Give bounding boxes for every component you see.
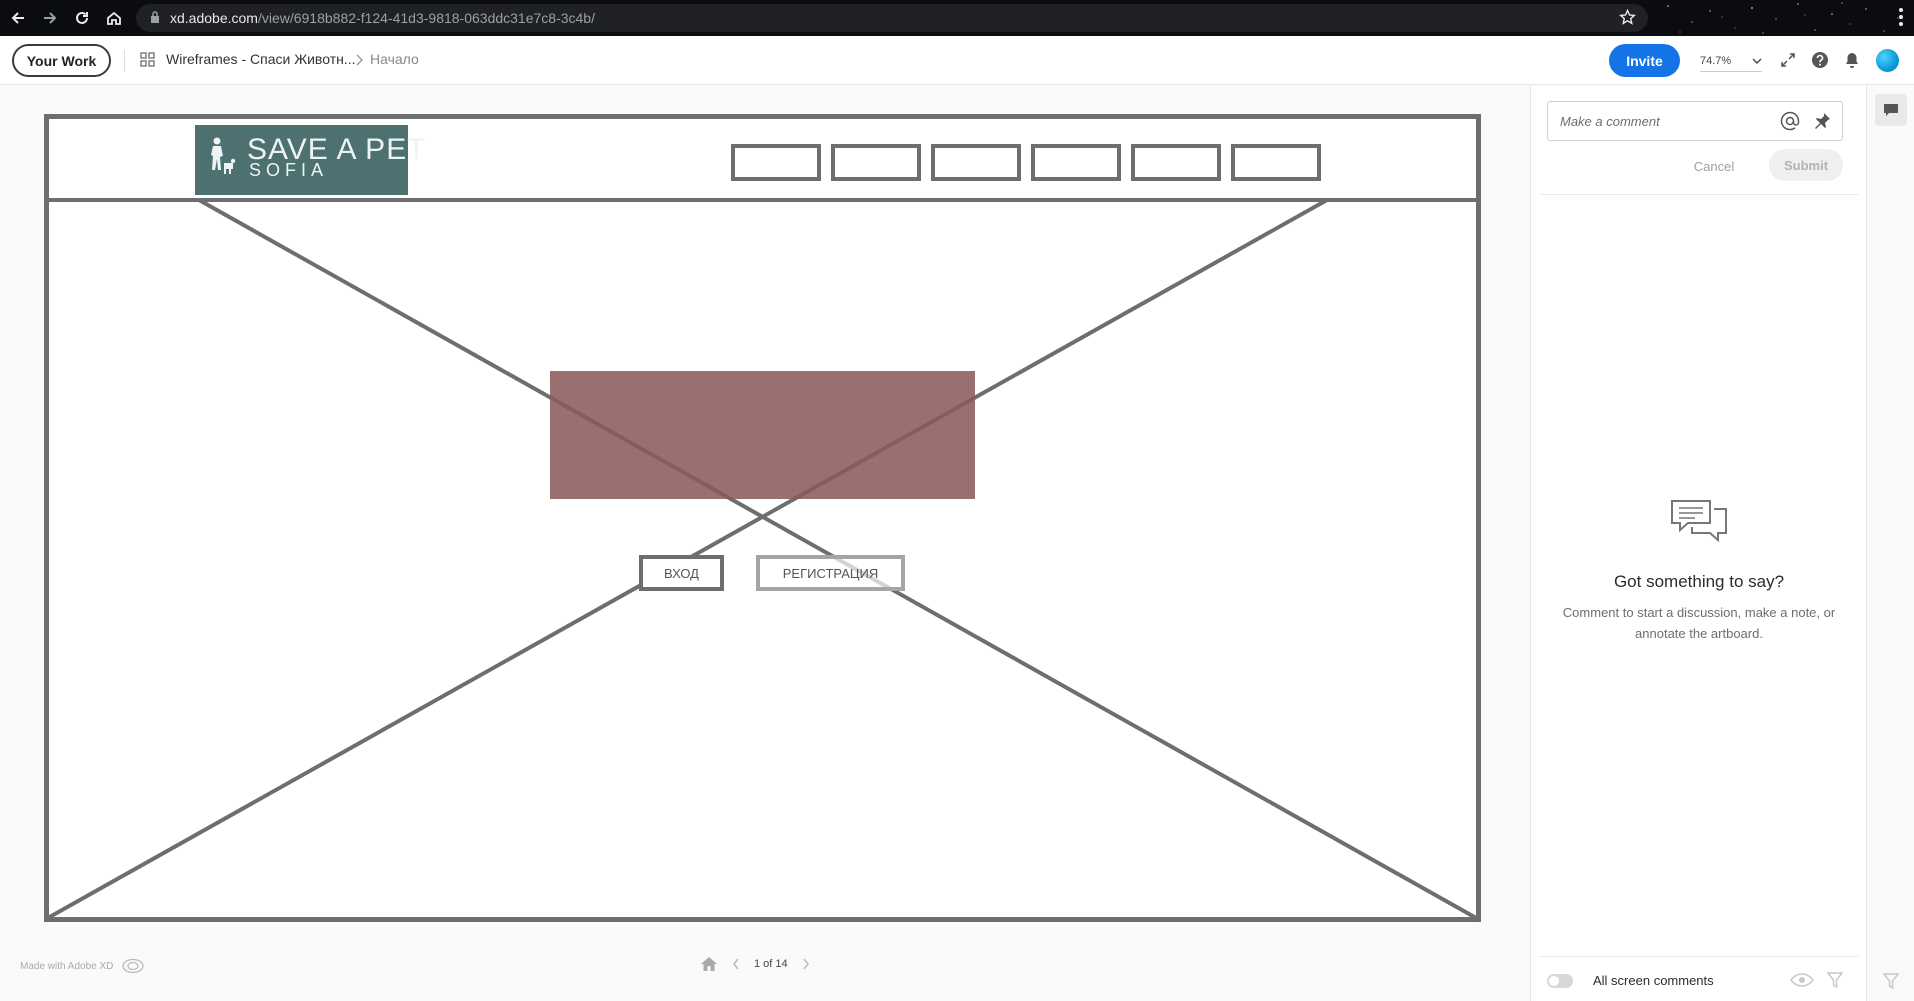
made-with-xd[interactable]: Made with Adobe XD (20, 958, 145, 974)
eye-icon[interactable] (1789, 971, 1815, 989)
chevron-down-icon (1752, 58, 1762, 64)
home-button[interactable] (101, 5, 127, 31)
fullscreen-icon (1781, 53, 1795, 67)
zoom-select[interactable]: 74.7% (1700, 50, 1762, 72)
notifications-button[interactable] (1842, 50, 1862, 70)
all-screen-comments-toggle[interactable] (1547, 974, 1573, 988)
artboard-pager: 1 of 14 (700, 956, 810, 972)
zoom-value: 74.7% (1700, 54, 1732, 67)
login-button[interactable]: ВХОД (639, 555, 724, 591)
at-icon[interactable] (1780, 111, 1800, 131)
filter-icon[interactable] (1883, 972, 1899, 990)
pager-label: 1 of 14 (754, 958, 788, 970)
chevron-right-icon (356, 54, 363, 66)
empty-state-text: Comment to start a discussion, make a no… (1562, 605, 1836, 641)
comment-placeholder: Make a comment (1560, 114, 1660, 129)
breadcrumb-current: Начало (370, 51, 419, 67)
empty-state-title: Got something to say? (1613, 572, 1785, 591)
register-button[interactable]: РЕГИСТРАЦИЯ (756, 555, 905, 591)
url-text: xd.adobe.com/view/6918b882-f124-41d3-981… (170, 10, 595, 26)
xd-header: Your Work Wireframes - Спаси Животн... Н… (0, 36, 1914, 85)
address-bar[interactable]: xd.adobe.com/view/6918b882-f124-41d3-981… (136, 4, 1648, 32)
comment-input[interactable]: Make a comment (1547, 101, 1843, 141)
avatar[interactable] (1876, 49, 1899, 72)
prev-icon[interactable] (732, 957, 740, 971)
pager-home-icon[interactable] (700, 956, 718, 972)
bell-icon (1846, 53, 1858, 68)
help-button[interactable] (1810, 50, 1830, 70)
made-with-label: Made with Adobe XD (20, 960, 114, 972)
document-title[interactable]: Wireframes - Спаси Животн... (166, 51, 356, 67)
header-divider (124, 50, 125, 72)
url-path: /view/6918b882-f124-41d3-9818-063ddc31e7… (257, 10, 595, 26)
pin-icon[interactable] (1812, 111, 1832, 131)
reload-button[interactable] (69, 5, 95, 31)
filter-icon[interactable] (1827, 971, 1843, 989)
all-screen-comments-label: All screen comments (1593, 973, 1714, 988)
logo-subtitle: SOFIA (249, 160, 329, 180)
bookmark-star-icon[interactable] (1619, 9, 1636, 26)
grid-icon[interactable] (140, 52, 155, 67)
forward-icon (44, 12, 57, 24)
invite-button[interactable]: Invite (1609, 44, 1680, 77)
save-a-pet-logo: SAVE A PET SOFIA (195, 125, 426, 195)
comments-toggle-button[interactable] (1875, 94, 1907, 126)
help-icon (1812, 52, 1828, 68)
back-icon (11, 12, 24, 24)
submit-button[interactable]: Submit (1769, 149, 1843, 181)
your-work-button[interactable]: Your Work (12, 44, 111, 77)
panel-divider (1539, 194, 1859, 195)
back-button[interactable] (5, 5, 31, 31)
reload-icon (76, 11, 88, 24)
lock-icon (151, 11, 159, 23)
home-icon (107, 11, 121, 25)
browser-menu-icon[interactable] (1898, 6, 1904, 28)
url-host: xd.adobe.com (170, 10, 258, 26)
person-with-dog-icon (211, 137, 236, 174)
chat-bubbles-icon (1671, 500, 1727, 543)
forward-button[interactable] (37, 5, 63, 31)
browser-toolbar: xd.adobe.com/view/6918b882-f124-41d3-981… (0, 0, 1914, 36)
comment-icon (1884, 104, 1898, 116)
hero-image-placeholder (550, 371, 975, 499)
cancel-button[interactable]: Cancel (1684, 153, 1744, 179)
right-rail (1866, 86, 1914, 1001)
next-icon[interactable] (802, 957, 810, 971)
panel-footer-divider (1539, 956, 1859, 957)
comments-panel: Make a comment Cancel Submit Got somethi… (1530, 86, 1866, 1001)
cc-logo-icon (122, 958, 145, 974)
artboard-wireframe (44, 114, 1481, 922)
fullscreen-button[interactable] (1778, 50, 1798, 70)
